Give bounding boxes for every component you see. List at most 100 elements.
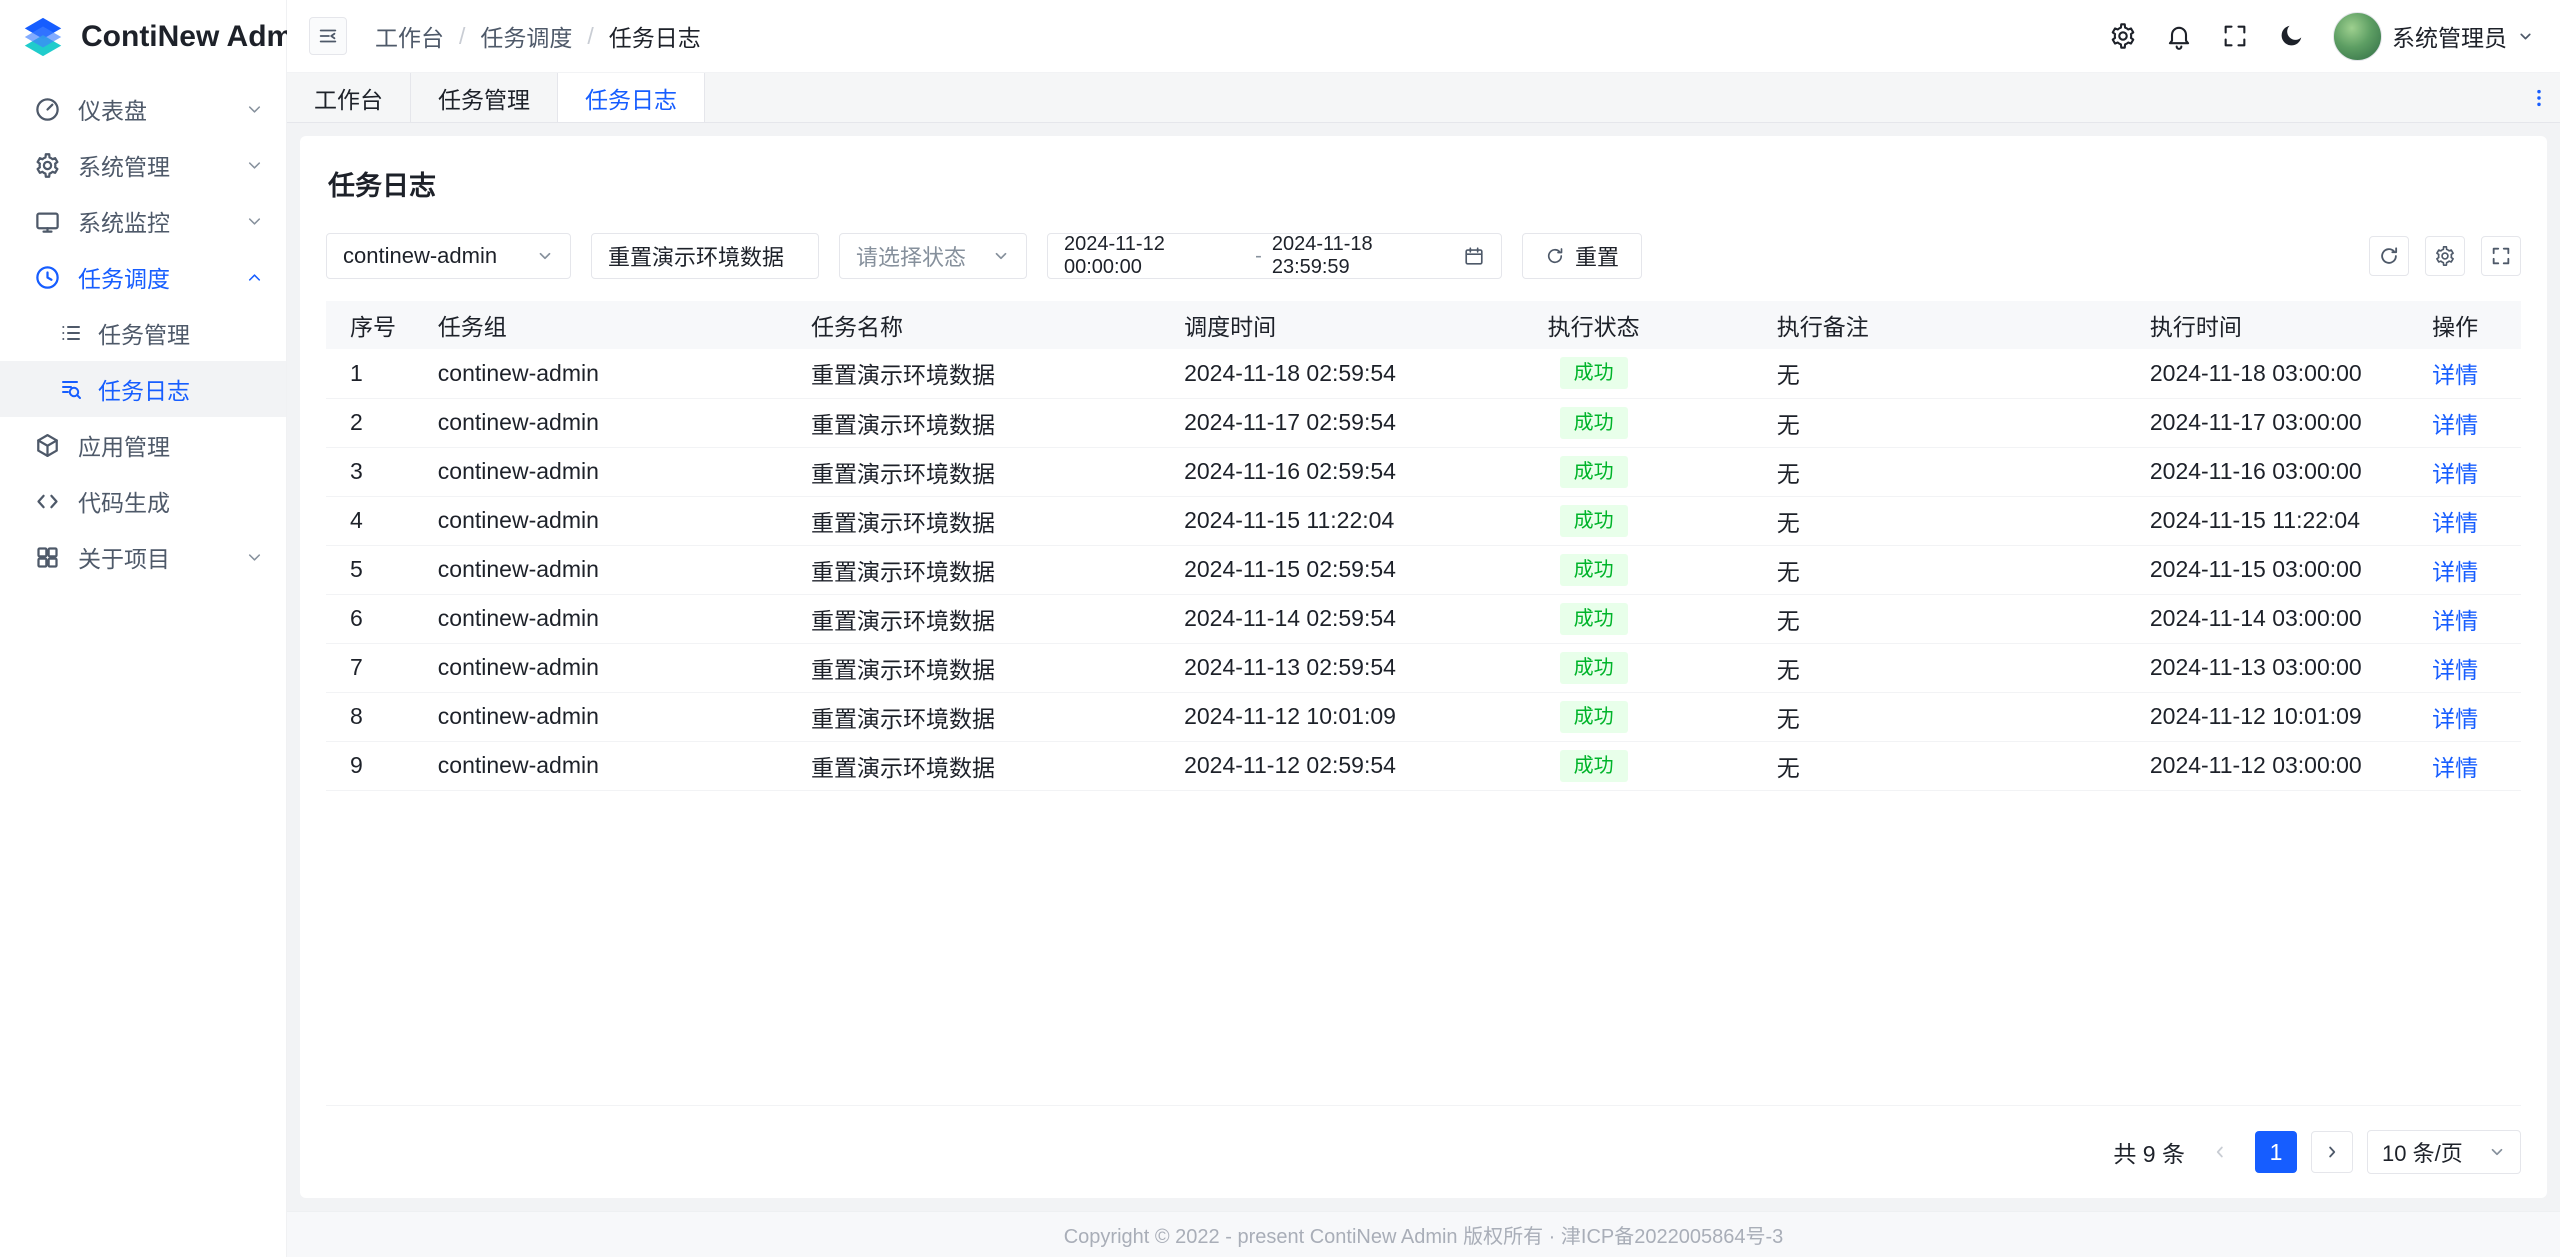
cell-group: continew-admin [414, 447, 787, 496]
settings-icon[interactable] [2109, 22, 2137, 50]
chevron-left-icon [2211, 1143, 2229, 1161]
pagination-prev-button[interactable] [2199, 1131, 2241, 1173]
table-row: 4 continew-admin 重置演示环境数据 2024-11-15 11:… [326, 496, 2521, 545]
cell-index: 4 [326, 496, 414, 545]
cell-name: 重置演示环境数据 [787, 692, 1160, 741]
table-settings-button[interactable] [2425, 236, 2465, 276]
dark-mode-moon-icon[interactable] [2277, 22, 2305, 50]
sidebar-item-dashboard[interactable]: 仪表盘 [0, 81, 286, 137]
detail-link[interactable]: 详情 [2432, 510, 2478, 536]
sidebar-item-task-management[interactable]: 任务管理 [0, 305, 286, 361]
refresh-icon [2378, 245, 2400, 267]
tab-task-log[interactable]: 任务日志 [558, 73, 705, 122]
cell-remark: 无 [1753, 545, 2126, 594]
sidebar-item-task-schedule[interactable]: 任务调度 [0, 249, 286, 305]
clock-icon [34, 264, 61, 291]
table-header-row: 序号 任务组 任务名称 调度时间 执行状态 执行备注 执行时间 操作 [326, 301, 2521, 349]
bell-icon[interactable] [2165, 22, 2193, 50]
cell-group: continew-admin [414, 643, 787, 692]
sidebar-item-system-management[interactable]: 系统管理 [0, 137, 286, 193]
cell-group: continew-admin [414, 349, 787, 398]
tab-label: 任务管理 [438, 81, 530, 115]
fullscreen-icon [2490, 245, 2512, 267]
task-log-table: 序号 任务组 任务名称 调度时间 执行状态 执行备注 执行时间 操作 1 con… [326, 301, 2521, 1106]
date-range-end: 2024-11-18 23:59:59 [1272, 233, 1453, 279]
table-row: 6 continew-admin 重置演示环境数据 2024-11-14 02:… [326, 594, 2521, 643]
detail-link[interactable]: 详情 [2432, 608, 2478, 634]
table-toolbar [2369, 236, 2521, 276]
sidebar-item-task-log[interactable]: 任务日志 [0, 361, 286, 417]
column-header-group: 任务组 [414, 301, 787, 349]
user-menu[interactable]: 系统管理员 [2333, 12, 2534, 61]
cell-exec-time: 2024-11-12 10:01:09 [2126, 692, 2389, 741]
footer: Copyright © 2022 - present ContiNew Admi… [287, 1211, 2560, 1257]
cell-action: 详情 [2389, 594, 2521, 643]
code-icon [34, 488, 61, 515]
page-title: 任务日志 [328, 164, 2521, 203]
copyright-text: Copyright © 2022 - present ContiNew Admi… [1064, 1220, 1784, 1249]
breadcrumb-item-task-log: 任务日志 [609, 19, 701, 53]
status-select-placeholder: 请选择状态 [856, 240, 966, 272]
task-group-select[interactable]: continew-admin [326, 233, 571, 279]
tabs-more-button[interactable] [2518, 73, 2560, 122]
page-size-select[interactable]: 10 条/页 [2367, 1130, 2521, 1174]
status-badge: 成功 [1560, 407, 1628, 439]
cell-name: 重置演示环境数据 [787, 643, 1160, 692]
date-range-picker[interactable]: 2024-11-12 00:00:00 - 2024-11-18 23:59:5… [1047, 233, 1502, 279]
detail-link[interactable]: 详情 [2432, 706, 2478, 732]
breadcrumb-separator: / [459, 23, 465, 50]
cell-action: 详情 [2389, 349, 2521, 398]
grid-icon [34, 544, 61, 571]
chevron-down-icon [245, 212, 264, 231]
cell-status: 成功 [1434, 692, 1752, 741]
detail-link[interactable]: 详情 [2432, 412, 2478, 438]
cell-schedule-time: 2024-11-17 02:59:54 [1160, 398, 1434, 447]
detail-link[interactable]: 详情 [2432, 559, 2478, 585]
chevron-down-icon [245, 100, 264, 119]
cell-name: 重置演示环境数据 [787, 398, 1160, 447]
cell-remark: 无 [1753, 447, 2126, 496]
sidebar-menu: 仪表盘 系统管理 系统监控 [0, 73, 286, 1257]
detail-link[interactable]: 详情 [2432, 657, 2478, 683]
avatar[interactable] [2333, 12, 2382, 61]
app-logo-icon [20, 14, 66, 60]
refresh-table-button[interactable] [2369, 236, 2409, 276]
detail-link[interactable]: 详情 [2432, 461, 2478, 487]
status-select[interactable]: 请选择状态 [839, 233, 1027, 279]
pagination-page-1[interactable]: 1 [2255, 1131, 2297, 1173]
table-body: 1 continew-admin 重置演示环境数据 2024-11-18 02:… [326, 349, 2521, 790]
sidebar-item-system-monitor[interactable]: 系统监控 [0, 193, 286, 249]
sidebar-item-about[interactable]: 关于项目 [0, 529, 286, 585]
cell-status: 成功 [1434, 398, 1752, 447]
task-name-input[interactable] [591, 233, 819, 279]
data-table: 序号 任务组 任务名称 调度时间 执行状态 执行备注 执行时间 操作 1 con… [326, 301, 2521, 791]
box-icon [34, 432, 61, 459]
table-row: 2 continew-admin 重置演示环境数据 2024-11-17 02:… [326, 398, 2521, 447]
cell-index: 2 [326, 398, 414, 447]
cell-status: 成功 [1434, 545, 1752, 594]
sidebar: ContiNew Admin 仪表盘 系统管理 系统监控 [0, 0, 287, 1257]
sidebar-item-code-generation[interactable]: 代码生成 [0, 473, 286, 529]
sidebar-item-label: 任务日志 [98, 372, 264, 406]
pagination-next-button[interactable] [2311, 1131, 2353, 1173]
sidebar-collapse-button[interactable] [309, 17, 347, 55]
cell-name: 重置演示环境数据 [787, 447, 1160, 496]
logo[interactable]: ContiNew Admin [0, 0, 286, 73]
task-group-select-value: continew-admin [343, 243, 497, 269]
cell-name: 重置演示环境数据 [787, 349, 1160, 398]
table-fullscreen-button[interactable] [2481, 236, 2521, 276]
table-row: 1 continew-admin 重置演示环境数据 2024-11-18 02:… [326, 349, 2521, 398]
fullscreen-icon[interactable] [2221, 22, 2249, 50]
date-range-start: 2024-11-12 00:00:00 [1064, 233, 1245, 279]
calendar-icon [1463, 245, 1485, 267]
tab-task-management[interactable]: 任务管理 [411, 73, 558, 122]
cell-schedule-time: 2024-11-14 02:59:54 [1160, 594, 1434, 643]
detail-link[interactable]: 详情 [2432, 362, 2478, 388]
sidebar-item-app-management[interactable]: 应用管理 [0, 417, 286, 473]
tab-workbench[interactable]: 工作台 [287, 73, 411, 122]
reset-button[interactable]: 重置 [1522, 233, 1642, 279]
detail-link[interactable]: 详情 [2432, 755, 2478, 781]
breadcrumb-item-workbench[interactable]: 工作台 [375, 19, 444, 53]
breadcrumb-item-task-schedule[interactable]: 任务调度 [480, 19, 572, 53]
app-title: ContiNew Admin [81, 20, 320, 54]
